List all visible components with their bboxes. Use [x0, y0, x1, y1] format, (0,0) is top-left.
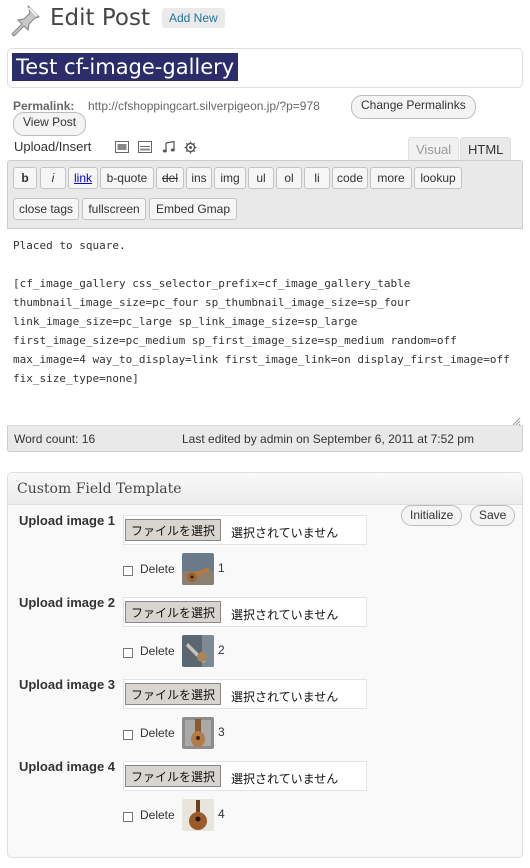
image-number: 2 [218, 643, 225, 657]
image-number: 4 [218, 807, 225, 821]
delete-label: Delete [140, 562, 175, 576]
file-status: 選択されていません [231, 526, 339, 540]
page-title: Edit Post [50, 5, 150, 31]
qt-bold-button[interactable]: b [13, 167, 37, 189]
delete-checkbox[interactable] [123, 812, 133, 822]
qt-del-button[interactable]: del [156, 167, 184, 189]
upload-image-label: Upload image 4 [18, 759, 116, 774]
image-icon[interactable] [115, 141, 129, 153]
delete-label: Delete [140, 726, 175, 740]
change-permalinks-button[interactable]: Change Permalinks [351, 95, 476, 119]
delete-label: Delete [140, 808, 175, 822]
video-icon[interactable] [138, 141, 152, 153]
file-status: 選択されていません [231, 772, 339, 786]
upload-image-label: Upload image 2 [18, 595, 116, 610]
pushpin-icon [11, 5, 40, 37]
qt-fullscreen-button[interactable]: fullscreen [82, 198, 146, 220]
qt-ol-button[interactable]: ol [276, 167, 302, 189]
last-edited-status: Last edited by admin on September 6, 201… [182, 432, 474, 446]
initialize-button[interactable]: Initialize [401, 505, 463, 526]
upload-image-label: Upload image 3 [18, 677, 116, 692]
tab-html[interactable]: HTML [460, 137, 512, 161]
tab-visual[interactable]: Visual [408, 137, 460, 161]
qt-img-button[interactable]: img [214, 167, 246, 189]
choose-file-button[interactable]: ファイルを選択 [125, 683, 222, 705]
permalink-label: Permalink: [13, 99, 75, 113]
qt-italic-button[interactable]: i [40, 167, 66, 189]
choose-file-button[interactable]: ファイルを選択 [125, 519, 222, 541]
upload-insert-label: Upload/Insert [14, 139, 92, 154]
permalink-url: http://cfshoppingcart.silverpigeon.jp/?p… [88, 99, 320, 113]
word-count: Word count: 16 [14, 432, 96, 446]
image-number: 1 [218, 561, 225, 575]
view-post-button[interactable]: View Post [13, 112, 87, 136]
image-number: 3 [218, 725, 225, 739]
add-new-button[interactable]: Add New [162, 8, 225, 28]
thumbnail-image[interactable] [182, 553, 214, 585]
thumbnail-image[interactable] [182, 635, 214, 667]
thumbnail-image[interactable] [182, 717, 214, 749]
upload-image-label: Upload image 1 [18, 513, 116, 528]
media-gear-icon[interactable] [184, 141, 197, 154]
qt-link-button[interactable]: link [68, 167, 98, 189]
qt-ins-button[interactable]: ins [186, 167, 212, 189]
qt-bquote-button[interactable]: b-quote [100, 167, 154, 189]
delete-checkbox[interactable] [123, 566, 133, 576]
qt-code-button[interactable]: code [332, 167, 368, 189]
qt-lookup-button[interactable]: lookup [414, 167, 462, 189]
choose-file-button[interactable]: ファイルを選択 [125, 601, 222, 623]
qt-close-tags-button[interactable]: close tags [13, 198, 79, 220]
resize-handle-icon[interactable] [511, 416, 521, 426]
file-status: 選択されていません [231, 690, 339, 704]
cft-title: Custom Field Template [17, 481, 182, 497]
music-icon[interactable] [162, 141, 176, 153]
post-title-text[interactable]: Test cf-image-gallery [12, 53, 239, 81]
qt-ul-button[interactable]: ul [248, 167, 274, 189]
delete-checkbox[interactable] [123, 730, 133, 740]
choose-file-button[interactable]: ファイルを選択 [125, 765, 222, 787]
file-status: 選択されていません [231, 608, 339, 622]
thumbnail-image[interactable] [182, 799, 214, 831]
post-content-textarea[interactable]: Placed to square. [cf_image_gallery css_… [7, 228, 523, 426]
delete-label: Delete [140, 644, 175, 658]
save-button[interactable]: Save [470, 505, 516, 526]
delete-checkbox[interactable] [123, 648, 133, 658]
qt-li-button[interactable]: li [304, 167, 330, 189]
qt-embed-gmap-button[interactable]: Embed Gmap [149, 198, 237, 220]
qt-more-button[interactable]: more [370, 167, 412, 189]
